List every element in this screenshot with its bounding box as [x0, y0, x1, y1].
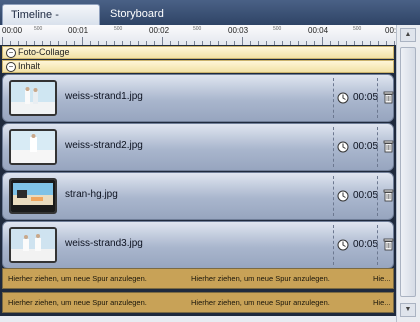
ruler-label-4: 00:04: [308, 26, 329, 35]
drop-hint-text: Hierher ziehen, um neue Spur anzulegen.: [8, 274, 147, 283]
clip-filename: weiss-strand3.jpg: [65, 238, 143, 249]
ruler-tick: [322, 37, 323, 45]
clip-filename: weiss-strand2.jpg: [65, 140, 143, 151]
ruler-ms-label: 500: [353, 26, 362, 32]
vertical-scrollbar[interactable]: ▲ ▼: [396, 25, 420, 322]
clip-thumbnail: [9, 80, 57, 116]
separator: [333, 78, 334, 118]
trash-icon[interactable]: [383, 238, 394, 251]
trash-icon[interactable]: [383, 91, 394, 104]
clip-track-item[interactable]: weiss-strand2.jpg 00:05: [2, 123, 394, 171]
clock-icon[interactable]: [337, 239, 349, 251]
ruler-tick: [82, 37, 83, 45]
clip-duration[interactable]: 00:05: [353, 92, 378, 103]
clip-filename: stran-hg.jpg: [65, 189, 118, 200]
ruler-tick: [162, 37, 163, 45]
drop-hint-text: Hierher ziehen, um neue Spur anzulegen.: [8, 298, 147, 307]
separator: [377, 78, 378, 118]
trash-icon[interactable]: [383, 140, 394, 153]
group-inhalt[interactable]: − Inhalt: [2, 60, 394, 73]
clip-thumbnail: [9, 178, 57, 214]
clip-thumbnail: [9, 227, 57, 263]
ruler-ms-label: 500: [193, 26, 202, 32]
new-track-drop-zone[interactable]: Hierher ziehen, um neue Spur anzulegen. …: [2, 268, 394, 289]
clip-duration[interactable]: 00:05: [353, 190, 378, 201]
group-label: Inhalt: [18, 61, 41, 71]
separator: [333, 176, 334, 216]
ruler-label-0: 00:00: [2, 26, 23, 35]
ruler-label-3: 00:03: [228, 26, 249, 35]
group-label: Foto-Collage: [18, 47, 70, 57]
clip-filename: weiss-strand1.jpg: [65, 91, 143, 102]
clip-duration[interactable]: 00:05: [353, 239, 378, 250]
collapse-icon[interactable]: −: [6, 48, 16, 58]
timeline-ruler[interactable]: 00:00 500 00:01 500 00:02 500 00:03 500 …: [0, 25, 396, 46]
ruler-ms-label: 500: [273, 26, 282, 32]
ruler-tick: [242, 37, 243, 45]
separator: [333, 225, 334, 265]
tab-timeline-spuransicht[interactable]: Timeline - Spuransicht: [2, 4, 100, 42]
scrollbar-thumb[interactable]: [400, 47, 416, 297]
clip-duration[interactable]: 00:05: [353, 141, 378, 152]
clock-icon[interactable]: [337, 141, 349, 153]
trash-icon[interactable]: [383, 189, 394, 202]
scroll-down-icon[interactable]: ▼: [400, 303, 416, 317]
separator: [333, 127, 334, 167]
clip-track-item[interactable]: weiss-strand3.jpg 00:05: [2, 221, 394, 269]
ruler-label-2: 00:02: [149, 26, 170, 35]
collapse-icon[interactable]: −: [6, 62, 16, 72]
separator: [377, 127, 378, 167]
view-tabs: Timeline - Spuransicht Storyboard: [0, 0, 420, 42]
drop-hint-text: Hie...: [373, 274, 391, 283]
separator: [377, 176, 378, 216]
clip-thumbnail: [9, 129, 57, 165]
ruler-ms-label: 500: [114, 26, 123, 32]
group-foto-collage[interactable]: − Foto-Collage: [2, 46, 394, 59]
timeline-bottom-edge: [0, 316, 396, 322]
drop-hint-text: Hie...: [373, 298, 391, 307]
drop-hint-text: Hierher ziehen, um neue Spur anzulegen.: [191, 274, 330, 283]
tab-storyboard[interactable]: Storyboard: [102, 4, 164, 25]
clock-icon[interactable]: [337, 92, 349, 104]
scroll-up-icon[interactable]: ▲: [400, 28, 416, 42]
ruler-label-5: 00:05: [385, 26, 396, 35]
clip-track-item[interactable]: weiss-strand1.jpg 00:05: [2, 74, 394, 122]
new-track-drop-zone[interactable]: Hierher ziehen, um neue Spur anzulegen. …: [2, 292, 394, 313]
ruler-tick: [2, 37, 3, 45]
ruler-label-1: 00:01: [68, 26, 89, 35]
ruler-ms-label: 500: [34, 26, 43, 32]
separator: [377, 225, 378, 265]
drop-hint-text: Hierher ziehen, um neue Spur anzulegen.: [191, 298, 330, 307]
clip-track-item[interactable]: stran-hg.jpg 00:05: [2, 172, 394, 220]
clock-icon[interactable]: [337, 190, 349, 202]
